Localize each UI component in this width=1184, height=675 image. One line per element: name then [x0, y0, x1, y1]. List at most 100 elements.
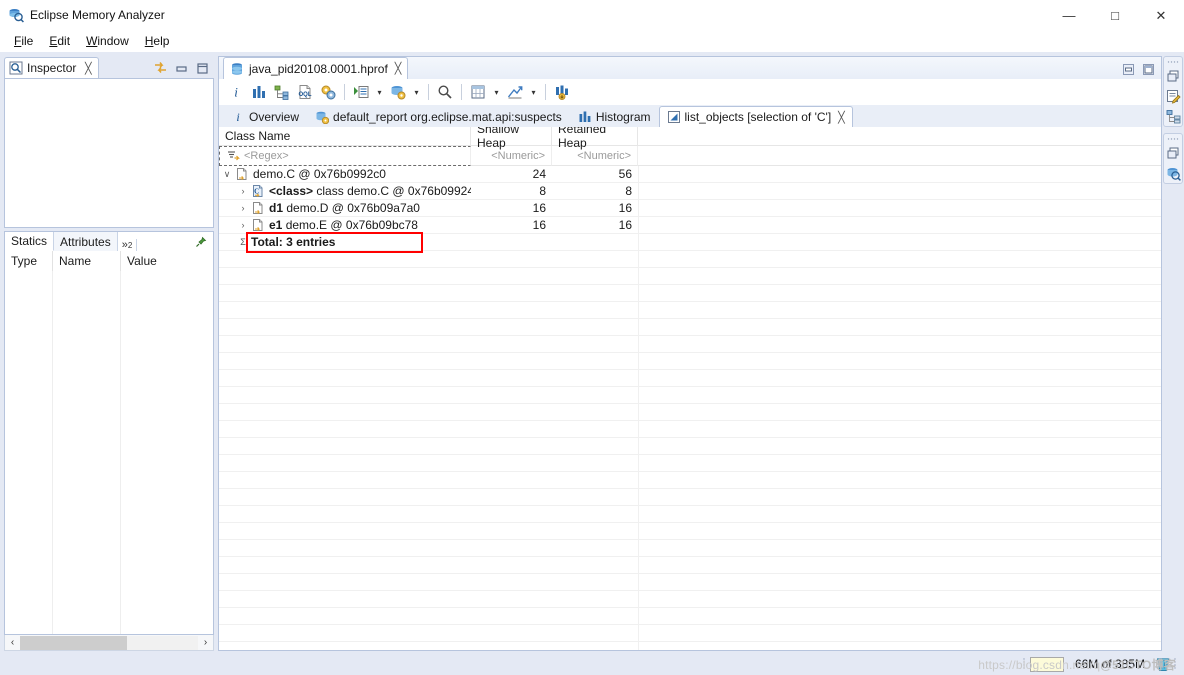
statics-col-name[interactable]: Name: [53, 251, 121, 271]
table-row[interactable]: › d1 demo.D @ 0x76b09a7a0 16 16: [219, 200, 1161, 217]
scroll-left-arrow-icon[interactable]: ‹: [5, 636, 20, 650]
calculate-dropdown-icon[interactable]: ▾: [490, 81, 503, 103]
inspector-view-icon[interactable]: [1165, 165, 1181, 181]
column-header-retained-heap[interactable]: Retained Heap: [552, 127, 638, 150]
menu-help[interactable]: Help: [137, 32, 178, 50]
cell-empty: [638, 574, 1161, 591]
editor-maximize-icon[interactable]: [1141, 62, 1155, 76]
drag-handle-icon[interactable]: [1167, 136, 1179, 141]
expand-collapse-twisty-icon[interactable]: ›: [235, 220, 251, 230]
link-with-selection-icon[interactable]: [152, 60, 168, 76]
table-empty-row: [219, 540, 1161, 557]
cell-empty: [638, 353, 1161, 370]
close-button[interactable]: ✕: [1138, 0, 1184, 30]
expand-collapse-twisty-icon[interactable]: ›: [235, 203, 251, 213]
cell-empty: [219, 319, 471, 336]
column-header-shallow-heap[interactable]: Shallow Heap: [471, 127, 552, 150]
cell-empty: [219, 268, 471, 285]
cell-empty: [219, 421, 471, 438]
expand-collapse-twisty-icon[interactable]: ∨: [219, 169, 235, 180]
cell-class-name[interactable]: › d1 demo.D @ 0x76b09a7a0: [219, 200, 471, 217]
table-filter-row: <Regex> <Numeric> <Numeric>: [219, 146, 1161, 166]
tab-statics[interactable]: Statics: [5, 232, 55, 251]
open-query-browser-icon[interactable]: [350, 81, 372, 103]
table-row[interactable]: › C <class> class demo.C @ 0x76b099240 8…: [219, 183, 1161, 200]
compare-icon[interactable]: [551, 81, 573, 103]
tab-heap-dump[interactable]: java_pid20108.0001.hprof ╳: [223, 57, 409, 79]
editor-toolbar: i OQL ▾ ▾ ▾ ▾: [218, 79, 1162, 105]
filter-retained-heap-input[interactable]: <Numeric>: [552, 146, 638, 166]
statics-horizontal-scrollbar[interactable]: ‹ ›: [4, 635, 214, 651]
table-header-row: Class Name Shallow Heap Retained Heap: [219, 127, 1161, 150]
statics-col-value[interactable]: Value: [121, 251, 213, 271]
cell-retained-heap: 16: [552, 200, 638, 217]
group-by-dropdown-icon[interactable]: ▾: [410, 81, 423, 103]
search-icon[interactable]: [434, 81, 456, 103]
reports-icon[interactable]: [317, 81, 339, 103]
tab-inspector[interactable]: Inspector ╳: [4, 57, 100, 78]
dominator-tree-icon[interactable]: [271, 81, 293, 103]
fast-view-bar: [1162, 52, 1184, 653]
restore-icon[interactable]: [1165, 68, 1181, 84]
cell-class-name[interactable]: ∨ demo.C @ 0x76b0992c0: [219, 166, 471, 183]
restore-icon[interactable]: [1165, 145, 1181, 161]
editor-tab-close-icon[interactable]: ╳: [395, 62, 402, 75]
tab-histogram[interactable]: Histogram: [570, 106, 659, 127]
scrollbar-thumb[interactable]: [20, 635, 127, 650]
maximize-button[interactable]: □: [1092, 0, 1138, 30]
status-bar: 66M of 385M https://blog.csdn.net/q@51CT…: [0, 653, 1184, 675]
oql-icon[interactable]: OQL: [294, 81, 316, 103]
cell-class-name[interactable]: › C <class> class demo.C @ 0x76b099240: [219, 183, 471, 200]
dominator-tree-view-icon[interactable]: [1165, 108, 1181, 124]
minimize-icon[interactable]: [173, 60, 189, 76]
table-empty-row: [219, 404, 1161, 421]
menu-file[interactable]: File: [6, 32, 41, 50]
cell-empty: [471, 523, 552, 540]
open-query-browser-dropdown-icon[interactable]: ▾: [373, 81, 386, 103]
export-icon[interactable]: [504, 81, 526, 103]
inspector-close-icon[interactable]: ╳: [82, 62, 94, 75]
maximize-icon[interactable]: [194, 60, 210, 76]
editor-notes-icon[interactable]: [1165, 88, 1181, 104]
tab-list-objects[interactable]: list_objects [selection of 'C'] ╳: [658, 106, 853, 127]
scroll-right-arrow-icon[interactable]: ›: [198, 636, 213, 650]
minimize-button[interactable]: —: [1046, 0, 1092, 30]
class-name-prefix: <class>: [269, 184, 314, 198]
drag-handle-icon[interactable]: [1167, 59, 1179, 64]
table-row[interactable]: › e1 demo.E @ 0x76b09bc78 16 16: [219, 217, 1161, 234]
maximize-icon: □: [1111, 7, 1119, 23]
export-dropdown-icon[interactable]: ▾: [527, 81, 540, 103]
table-empty-row: [219, 285, 1161, 302]
cell-shallow-heap: 16: [471, 200, 552, 217]
tab-default-report[interactable]: default_report org.eclipse.mat.api:suspe…: [307, 106, 570, 127]
cell-empty: [638, 336, 1161, 353]
column-header-class-name[interactable]: Class Name: [219, 127, 471, 146]
scrollbar-track[interactable]: [20, 635, 198, 650]
info-icon[interactable]: i: [225, 81, 247, 103]
pin-button[interactable]: [195, 236, 213, 251]
calculate-icon[interactable]: [467, 81, 489, 103]
tab-overview[interactable]: i Overview: [223, 106, 307, 127]
tab-overflow-chevron-icon[interactable]: » 2: [118, 239, 138, 251]
group-by-icon[interactable]: [387, 81, 409, 103]
filter-shallow-heap-input[interactable]: <Numeric>: [471, 146, 552, 166]
menu-edit[interactable]: Edit: [41, 32, 78, 50]
list-objects-icon: [667, 110, 681, 124]
toolbar-separator-4: [545, 84, 546, 100]
filter-class-name-input[interactable]: <Regex>: [219, 146, 471, 166]
table-row[interactable]: ∨ demo.C @ 0x76b0992c0 24 56: [219, 166, 1161, 183]
histogram-icon[interactable]: [248, 81, 270, 103]
cell-empty: [219, 591, 471, 608]
tab-attributes[interactable]: Attributes: [54, 232, 118, 251]
cell-empty: [471, 506, 552, 523]
statics-tab-row: Statics Attributes » 2: [4, 231, 214, 251]
editor-minimize-icon[interactable]: [1121, 62, 1135, 76]
expand-collapse-twisty-icon[interactable]: ›: [235, 186, 251, 196]
close-icon: ✕: [1155, 7, 1167, 23]
menu-window[interactable]: Window: [78, 32, 137, 50]
cell-class-name[interactable]: › e1 demo.E @ 0x76b09bc78: [219, 217, 471, 234]
tab-default-report-label: default_report org.eclipse.mat.api:suspe…: [333, 110, 562, 124]
statics-col-type[interactable]: Type: [5, 251, 53, 271]
tab-list-objects-close-icon[interactable]: ╳: [838, 111, 845, 124]
svg-text:OQL: OQL: [299, 92, 312, 98]
